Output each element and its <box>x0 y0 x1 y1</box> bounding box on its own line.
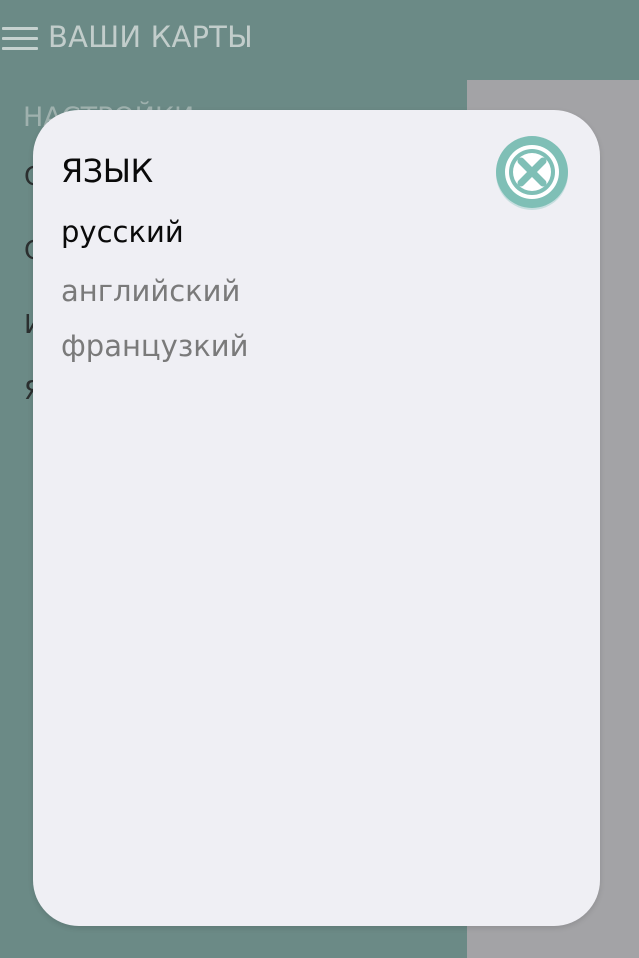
close-circle-icon <box>496 136 568 210</box>
close-button[interactable] <box>493 134 571 212</box>
app-header: ВАШИ КАРТЫ <box>0 0 639 80</box>
header-title: ВАШИ КАРТЫ <box>48 20 253 54</box>
language-option-russian[interactable]: русский <box>61 215 184 249</box>
language-option-english[interactable]: английский <box>61 274 240 308</box>
hamburger-menu-icon[interactable] <box>2 26 38 52</box>
dialog-title: ЯЗЫК <box>61 152 153 190</box>
language-option-french[interactable]: французкий <box>61 329 248 363</box>
language-dialog: ЯЗЫК русский английский французкий <box>33 110 600 926</box>
